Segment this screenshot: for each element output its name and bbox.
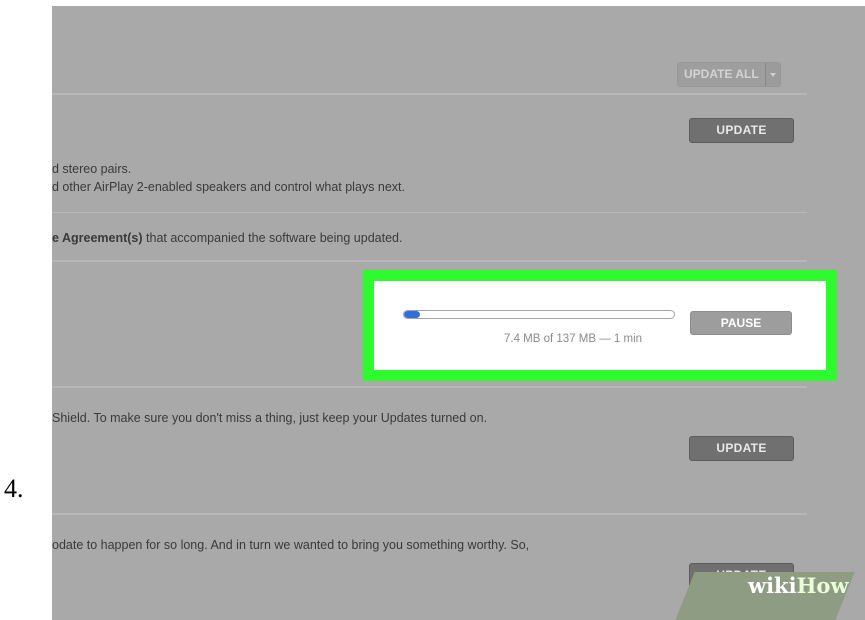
license-agreement-rest: that accompanied the software being upda… xyxy=(142,231,403,245)
update-all-split-button[interactable]: UPDATE ALL xyxy=(677,62,781,87)
release-note-line-1: d stereo pairs. xyxy=(52,162,132,176)
app-store-updates-screen: UPDATE ALL UPDATE d stereo pairs. d othe… xyxy=(52,6,865,620)
update-button-3[interactable]: UPDATE xyxy=(689,436,794,461)
release-note-line-2: d other AirPlay 2-enabled speakers and c… xyxy=(52,180,405,194)
wikihow-logo-wiki: wiki xyxy=(748,573,797,598)
download-progress-panel: 7.4 MB of 137 MB — 1 min PAUSE xyxy=(374,281,826,370)
divider xyxy=(52,386,807,388)
divider xyxy=(52,93,807,95)
update-button-1[interactable]: UPDATE xyxy=(689,118,794,143)
download-progress-highlight: 7.4 MB of 137 MB — 1 min PAUSE xyxy=(363,270,837,381)
download-progress-bar xyxy=(403,310,675,319)
chevron-down-icon[interactable] xyxy=(764,63,780,86)
divider xyxy=(52,260,807,262)
license-agreement-text: e Agreement(s) that accompanied the soft… xyxy=(52,231,402,245)
license-agreement-link[interactable]: e Agreement(s) xyxy=(52,231,143,245)
wikihow-logo: wikiHow xyxy=(748,573,849,598)
update-all-button[interactable]: UPDATE ALL xyxy=(678,63,765,86)
download-progress-fill xyxy=(404,311,421,318)
divider xyxy=(52,513,807,515)
update-description-4: odate to happen for so long. And in turn… xyxy=(52,538,530,552)
download-progress-label: 7.4 MB of 137 MB — 1 min xyxy=(504,333,643,345)
step-number: 4. xyxy=(4,474,24,503)
wikihow-logo-how: How xyxy=(796,573,849,598)
pause-button[interactable]: PAUSE xyxy=(690,311,792,335)
update-description-3: Shield. To make sure you don't miss a th… xyxy=(52,411,488,425)
divider xyxy=(52,212,807,213)
